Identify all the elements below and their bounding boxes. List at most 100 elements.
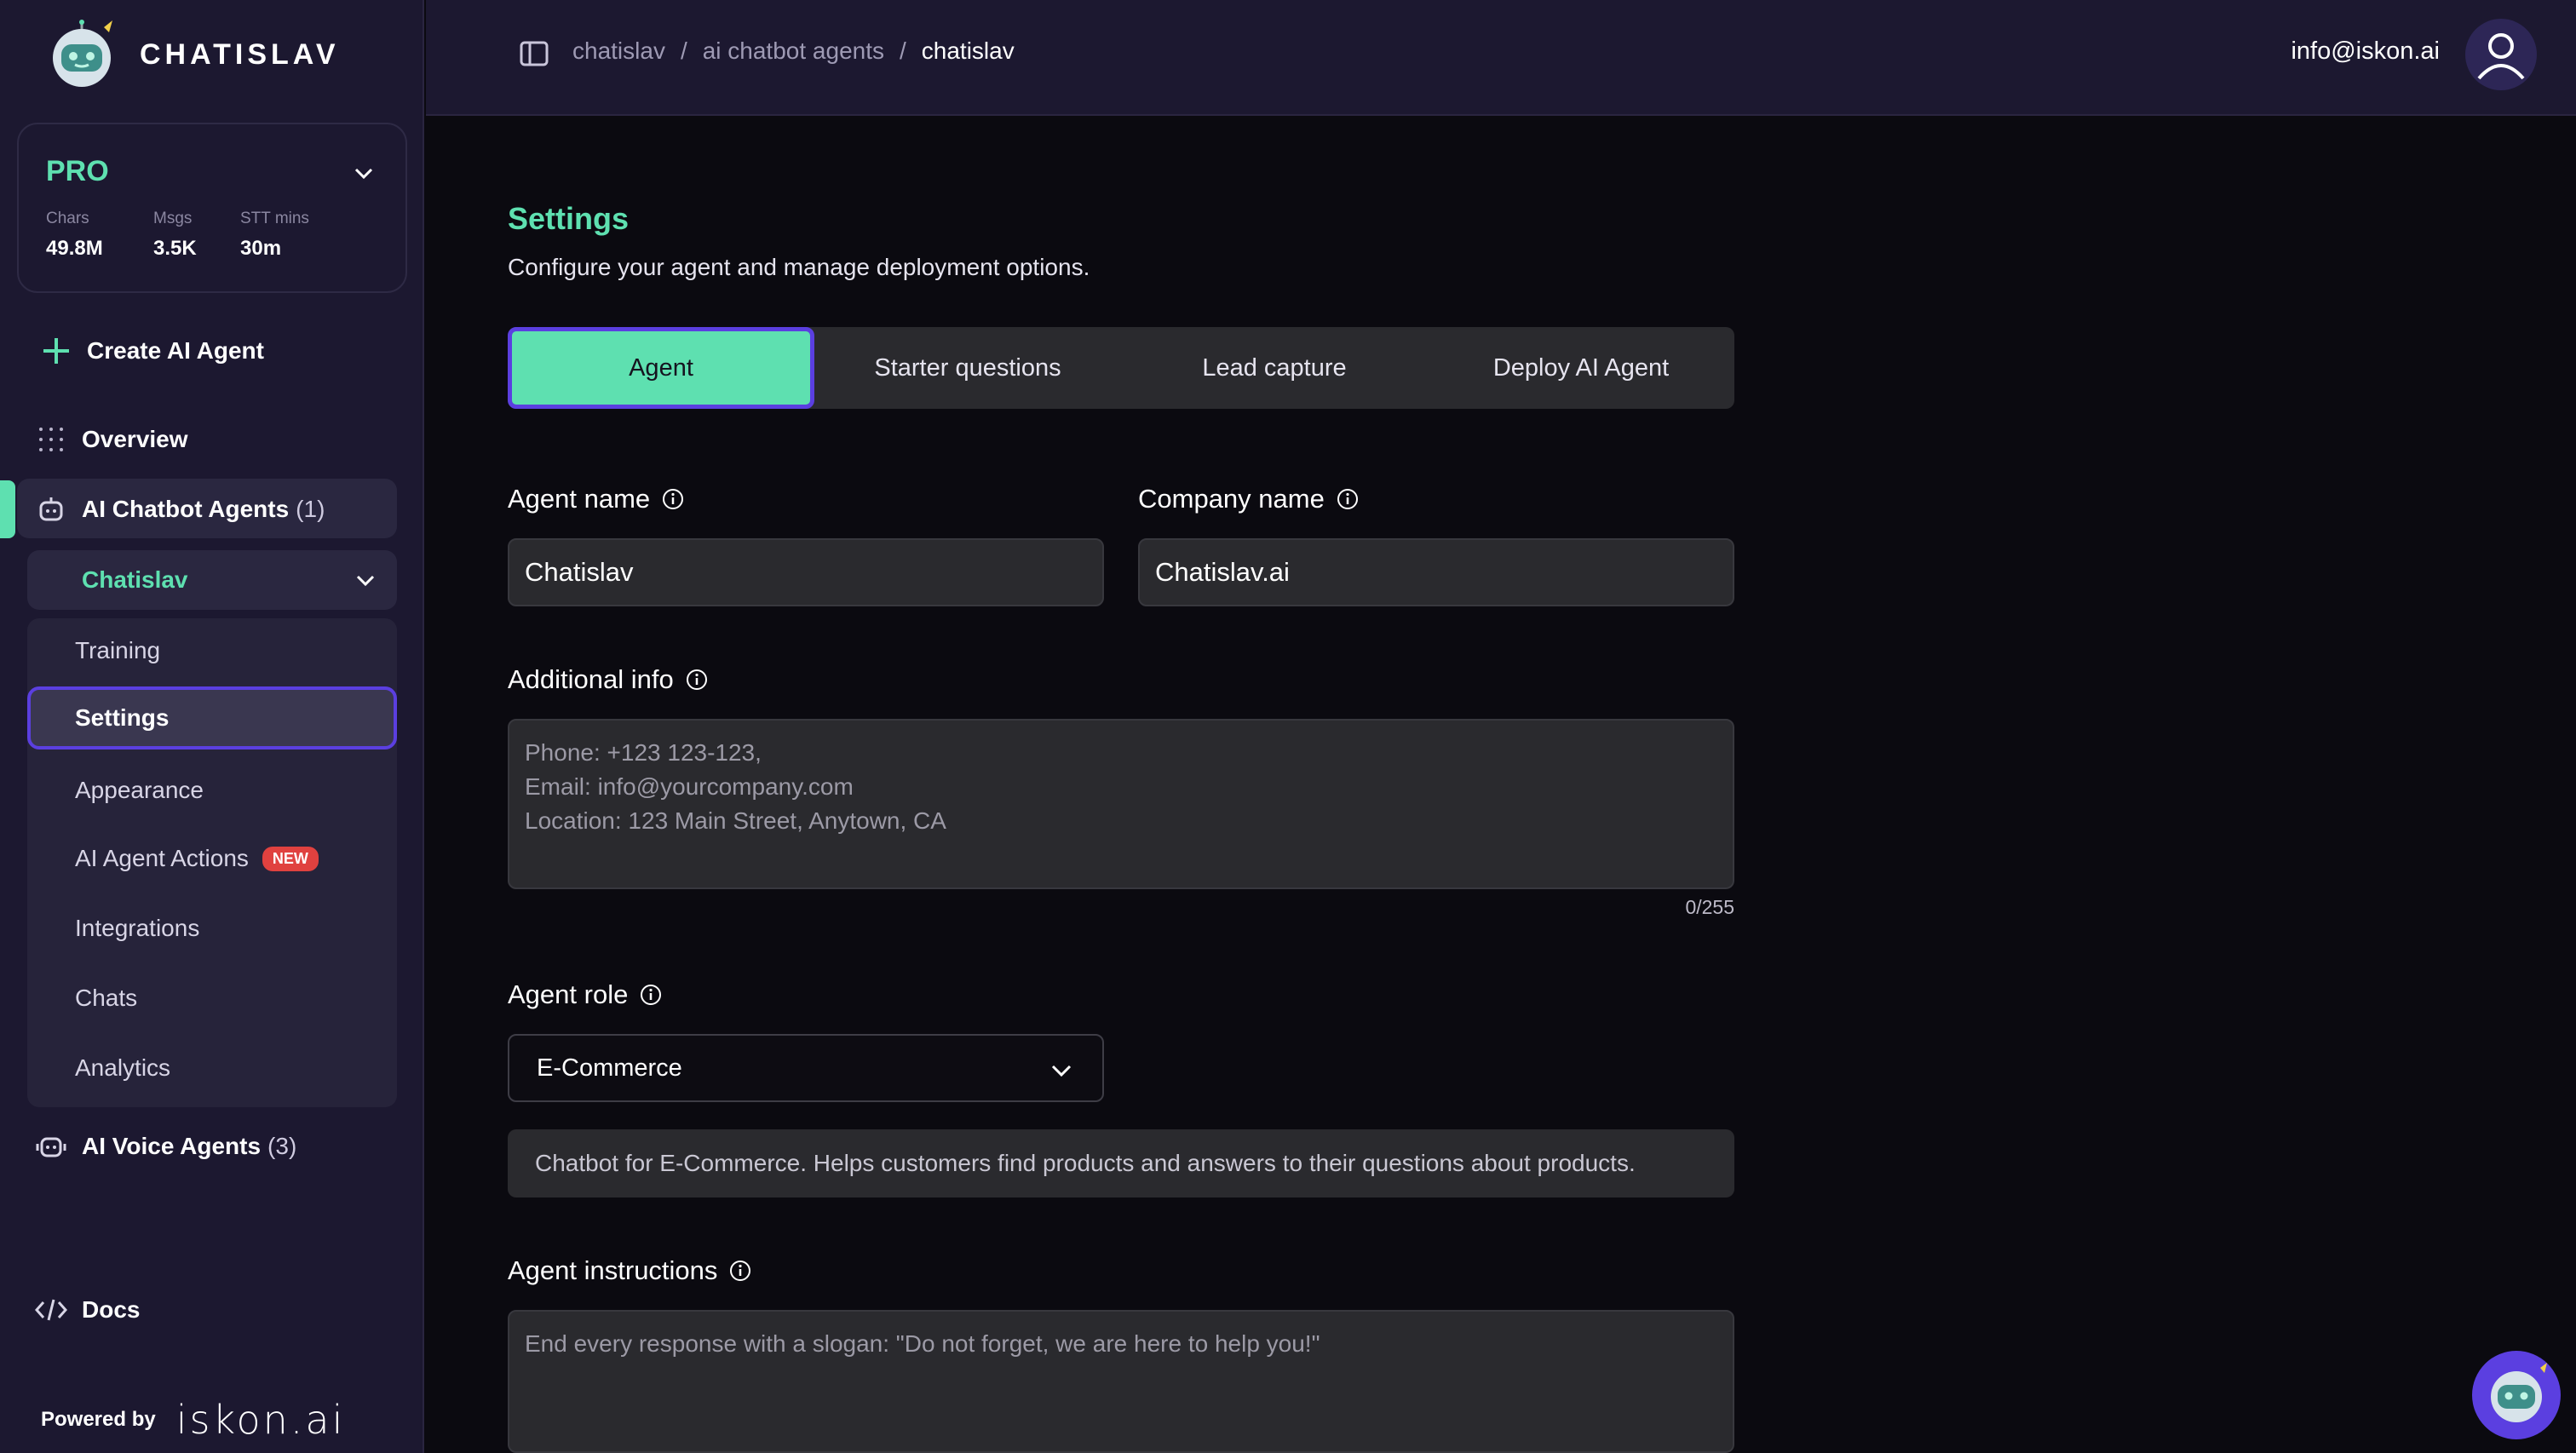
info-icon[interactable] (640, 984, 662, 1006)
sidebar-item-docs[interactable]: Docs (34, 1293, 140, 1327)
agent-role-label-text: Agent role (508, 979, 629, 1009)
additional-info-textarea[interactable]: Phone: +123 123-123, Email: info@yourcom… (508, 719, 1734, 889)
analytics-label: Analytics (75, 1054, 171, 1081)
sidebar: CHATISLAV PRO Chars 49.8M Msgs 3.5K STT … (0, 0, 424, 1453)
agent-instructions-textarea[interactable]: End every response with a slogan: "Do no… (508, 1310, 1734, 1453)
chat-widget-button[interactable] (2472, 1351, 2561, 1439)
new-badge: NEW (262, 846, 319, 871)
agent-role-label: Agent role (508, 979, 662, 1010)
info-icon[interactable] (729, 1260, 751, 1282)
agent-actions-label: AI Agent Actions (75, 845, 249, 871)
tab-agent[interactable]: Agent (508, 327, 814, 409)
voice-agents-label: AI Voice Agents (82, 1133, 262, 1159)
stat-stt: STT mins 30m (240, 210, 309, 261)
agent-instructions-label: Agent instructions (508, 1255, 751, 1286)
app-logo[interactable]: CHATISLAV (44, 19, 340, 90)
company-name-value: Chatislav.ai (1155, 557, 1290, 587)
stat-chars: Chars 49.8M (46, 210, 103, 261)
voice-robot-icon (34, 1129, 68, 1163)
info-icon[interactable] (662, 488, 684, 510)
chevron-down-icon (356, 575, 375, 587)
agent-role-select[interactable]: E-Commerce (508, 1034, 1104, 1102)
tab-lead-capture[interactable]: Lead capture (1121, 327, 1428, 409)
info-icon[interactable] (686, 669, 708, 691)
appearance-label: Appearance (75, 777, 204, 803)
page-subtitle: Configure your agent and manage deployme… (508, 254, 1090, 280)
company-name-label: Company name (1138, 484, 1359, 514)
grid-dots-icon (34, 422, 68, 457)
settings-tabs: Agent Starter questions Lead capture Dep… (508, 327, 1734, 409)
company-name-label-text: Company name (1138, 484, 1325, 514)
breadcrumb-separator: / (900, 37, 906, 64)
additional-info-label: Additional info (508, 664, 708, 695)
voice-agents-count: (3) (267, 1133, 297, 1159)
tab-starter-questions[interactable]: Starter questions (814, 327, 1121, 409)
agent-role-description-text: Chatbot for E-Commerce. Helps customers … (535, 1150, 1636, 1176)
create-agent-label: Create AI Agent (87, 337, 264, 364)
chatbot-agents-label: AI Chatbot Agents (82, 496, 290, 522)
stat-value: 3.5K (153, 237, 197, 260)
powered-by[interactable]: Powered by iskon.ai (41, 1397, 345, 1443)
chevron-down-icon[interactable] (353, 162, 375, 184)
plan-card[interactable]: PRO Chars 49.8M Msgs 3.5K STT mins 30m (17, 123, 407, 293)
sidebar-item-agent-actions[interactable]: AI Agent Actions NEW (75, 843, 319, 874)
user-email[interactable]: info@iskon.ai (2291, 37, 2440, 66)
agent-chatislav-toggle[interactable]: Chatislav (27, 550, 397, 610)
sidebar-toggle-icon[interactable] (520, 41, 549, 66)
breadcrumb-item[interactable]: ai chatbot agents (703, 37, 884, 65)
stat-label: Msgs (153, 210, 193, 227)
app-name: CHATISLAV (140, 37, 340, 71)
agent-name-label-text: Agent name (508, 484, 651, 514)
chevron-down-icon (1051, 1065, 1072, 1077)
user-icon (2477, 33, 2525, 80)
sidebar-item-chats[interactable]: Chats (75, 983, 137, 1014)
stat-label: Chars (46, 210, 89, 227)
page-title: Settings (508, 201, 630, 236)
plus-icon (39, 334, 73, 368)
iskon-brand-logo: iskon.ai (175, 1397, 346, 1443)
stat-value: 30m (240, 237, 282, 260)
integrations-label: Integrations (75, 915, 200, 941)
overview-label: Overview (82, 426, 188, 452)
create-agent-button[interactable]: Create AI Agent (39, 334, 264, 368)
sidebar-item-appearance[interactable]: Appearance (75, 775, 204, 806)
sidebar-item-overview[interactable]: Overview (34, 422, 188, 457)
char-counter: 0/255 (1685, 896, 1734, 918)
agent-instructions-label-text: Agent instructions (508, 1255, 718, 1285)
agent-role-value: E-Commerce (537, 1054, 682, 1082)
topbar: chatislav / ai chatbot agents / chatisla… (426, 0, 2576, 116)
breadcrumb-separator: / (680, 37, 687, 64)
settings-label: Settings (75, 704, 170, 731)
stat-msgs: Msgs 3.5K (153, 210, 197, 261)
agent-role-description: Chatbot for E-Commerce. Helps customers … (508, 1129, 1734, 1197)
info-icon[interactable] (1337, 488, 1359, 510)
company-name-input[interactable]: Chatislav.ai (1138, 538, 1734, 606)
agent-name-value: Chatislav (525, 557, 634, 587)
agent-name-input[interactable]: Chatislav (508, 538, 1104, 606)
sidebar-item-settings[interactable]: Settings (27, 686, 397, 749)
docs-label: Docs (82, 1296, 141, 1323)
tab-deploy-agent[interactable]: Deploy AI Agent (1428, 327, 1734, 409)
chatbot-agents-nav[interactable]: AI Chatbot Agents (1) (34, 492, 325, 526)
breadcrumb-current: chatislav (921, 37, 1015, 64)
stat-label: STT mins (240, 210, 309, 227)
breadcrumb-item[interactable]: chatislav (572, 37, 665, 65)
sidebar-item-voice-agents[interactable]: AI Voice Agents (3) (34, 1129, 296, 1163)
training-label: Training (75, 637, 161, 663)
stat-value: 49.8M (46, 237, 103, 260)
active-indicator (0, 480, 15, 538)
robot-icon (34, 492, 68, 526)
code-icon (34, 1293, 68, 1327)
robot-logo-icon (44, 19, 119, 90)
sidebar-item-analytics[interactable]: Analytics (75, 1053, 170, 1083)
powered-by-label: Powered by (41, 1408, 156, 1431)
agent-name-label: Chatislav (82, 566, 188, 593)
sidebar-item-training[interactable]: Training (75, 635, 160, 666)
plan-name: PRO (46, 155, 109, 187)
additional-info-label-text: Additional info (508, 664, 674, 694)
avatar[interactable] (2465, 19, 2537, 90)
agent-name-label: Agent name (508, 484, 684, 514)
breadcrumb: chatislav / ai chatbot agents / chatisla… (572, 37, 1015, 65)
robot-icon (2491, 1363, 2547, 1422)
sidebar-item-integrations[interactable]: Integrations (75, 913, 199, 944)
